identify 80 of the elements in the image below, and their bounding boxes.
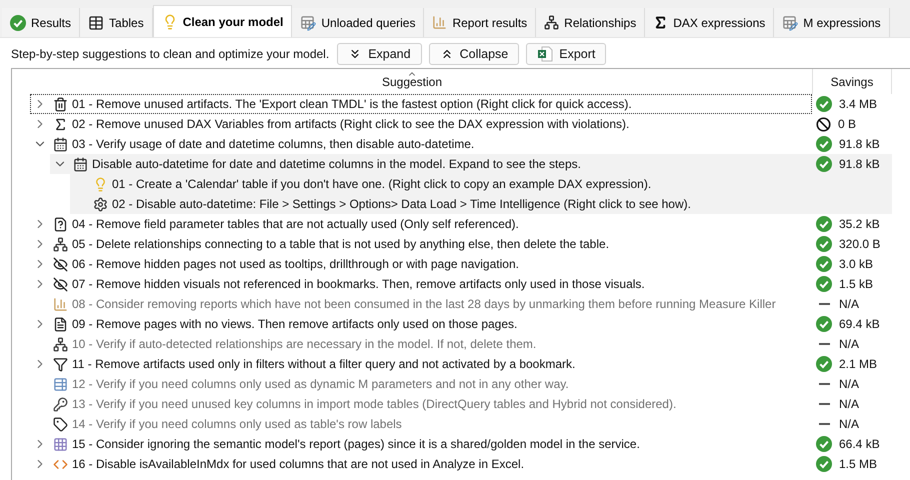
tree-row[interactable]: 01 - Create a 'Calendar' table if you don't have one. (Right click to copy an example DAX expression).: [70, 174, 812, 194]
savings-value: N/A: [839, 376, 860, 393]
tree-row[interactable]: 04 - Remove field parameter tables that are not actually used (Only self referenced).: [30, 214, 812, 234]
savings-value: N/A: [839, 396, 860, 413]
tab[interactable]: Clean your model: [152, 5, 292, 37]
suggestion-text: 02 - Remove unused DAX Variables from artifacts (Right click to see the DAX expression with violations).: [72, 116, 630, 133]
toolbar-button[interactable]: Expand: [337, 43, 422, 65]
filter-icon: [52, 356, 68, 372]
calendar-icon: [72, 156, 88, 172]
savings-value: 320.0 B: [839, 236, 880, 253]
suggestion-text: Disable auto-datetime for date and datetime columns in the model. Expand to see the steps.: [92, 156, 581, 173]
savings-value: 3.4 MB: [839, 96, 878, 113]
savings-value: 1.5 MB: [839, 456, 878, 473]
suggestion-text: 02 - Disable auto-datetime: File > Settings > Options> Data Load > Time Intelligence (Right click to see how).: [112, 196, 691, 213]
tree-row[interactable]: 07 - Remove hidden visuals not referenced in bookmarks. Then, remove artifacts only used in those visuals.: [30, 274, 812, 294]
tree-row[interactable]: 11 - Remove artifacts used only in filters without a filter query and not activated by a bookmark.: [30, 354, 812, 374]
suggestion-text: 07 - Remove hidden visuals not referenced in bookmarks. Then, remove artifacts only used in those visuals.: [72, 276, 645, 293]
suggestion-text: 05 - Delete relationships connecting to a table that is not used by anything else, then delete the table.: [72, 236, 610, 253]
relationship-icon: [52, 236, 68, 252]
grid-icon: [52, 436, 68, 452]
savings-value: 91.8 kB: [839, 156, 880, 173]
toolbar-button[interactable]: Export: [526, 43, 606, 65]
savings-value: 3.0 kB: [839, 256, 874, 273]
table-edit-icon: [782, 14, 798, 30]
column-header[interactable]: Suggestion: [12, 69, 812, 94]
suggestion-text: 06 - Remove hidden pages not used as tooltips, drillthrough or with page navigation.: [72, 256, 519, 273]
savings-value: 66.4 kB: [839, 436, 880, 453]
check-circle-icon: [10, 14, 26, 30]
settings-icon: [92, 196, 108, 212]
tree-row[interactable]: 01 - Remove unused artifacts. The 'Export clean TMDL' is the fastest option (Right click for quick access).: [30, 94, 812, 114]
savings-value: 0 B: [838, 116, 856, 133]
eye-off-icon: [52, 256, 68, 272]
relationship-icon: [52, 336, 68, 352]
tree-row[interactable]: 16 - Disable isAvailableInMdx for used columns that are not used in Analyze in Excel.: [30, 454, 812, 474]
savings-value: N/A: [839, 416, 860, 433]
tree-row[interactable]: 06 - Remove hidden pages not used as tooltips, drillthrough or with page navigation.: [30, 254, 812, 274]
tree-row[interactable]: Disable auto-datetime for date and datetime columns in the model. Expand to see the steps.: [50, 154, 812, 174]
tree-row[interactable]: 05 - Delete relationships connecting to a table that is not used by anything else, then delete the table.: [30, 234, 812, 254]
tree-row[interactable]: 03 - Verify usage of date and datetime columns, then disable auto-datetime.: [30, 134, 812, 154]
table-icon: [88, 14, 104, 30]
suggestion-text: 03 - Verify usage of date and datetime columns, then disable auto-datetime.: [72, 136, 474, 153]
tree-row[interactable]: 02 - Remove unused DAX Variables from artifacts (Right click to see the DAX expression with violations).: [30, 114, 812, 134]
tree-row[interactable]: 15 - Consider ignoring the semantic model's report (pages) since it is a shared/golden model in the service.: [30, 434, 812, 454]
suggestion-text: 09 - Remove pages with no views. Then remove artifacts only used on those pages.: [72, 316, 518, 333]
suggestion-text: 10 - Verify if auto-detected relationships are necessary in the model. If not, delete them.: [72, 336, 536, 353]
savings-value: 91.8 kB: [839, 136, 880, 153]
relationship-icon: [544, 15, 560, 30]
savings-value: N/A: [839, 296, 860, 313]
tag-icon: [52, 416, 68, 432]
savings-value: 35.2 kB: [839, 216, 880, 233]
toolbar-button[interactable]: Collapse: [428, 43, 520, 65]
suggestion-text: 15 - Consider ignoring the semantic model's report (pages) since it is a shared/golden model in the service.: [72, 436, 640, 453]
bar-chart-icon: [52, 296, 68, 312]
savings-value: 2.1 MB: [839, 356, 878, 373]
suggestion-text: 04 - Remove field parameter tables that are not actually used (Only self referenced).: [72, 216, 519, 233]
suggestion-text: 12 - Verify if you need columns only used as dynamic M parameters and not in any other way.: [72, 376, 569, 393]
spreadsheet-icon: [537, 46, 554, 62]
tree-row[interactable]: 02 - Disable auto-datetime: File > Settings > Options> Data Load > Time Intelligence (Right click to see how).: [70, 194, 812, 214]
key-icon: [52, 396, 68, 412]
bar-chart-icon: [432, 15, 448, 30]
eye-off-icon: [52, 276, 68, 292]
suggestion-text: 11 - Remove artifacts used only in filters without a filter query and not activated by a bookmark.: [72, 356, 576, 373]
file-question-icon: [52, 216, 68, 232]
savings-value: N/A: [839, 336, 860, 353]
suggestion-text: 01 - Create a 'Calendar' table if you don't have one. (Right click to copy an example DAX expression).: [112, 176, 652, 193]
suggestion-text: 01 - Remove unused artifacts. The 'Export clean TMDL' is the fastest option (Right click for quick access).: [72, 96, 632, 113]
calendar-icon: [52, 136, 68, 152]
suggestion-text: 16 - Disable isAvailableInMdx for used columns that are not used in Analyze in Excel.: [72, 456, 524, 473]
description-text: Step-by-step suggestions to clean and optimize your model.: [11, 46, 330, 63]
trash-icon: [52, 96, 68, 112]
suggestion-text: 08 - Consider removing reports which have not been consumed in the last 28 days by unmarking them before running Measure Killer: [72, 296, 776, 313]
savings-value: 1.5 kB: [839, 276, 874, 293]
savings-value: 69.4 kB: [839, 316, 880, 333]
document-icon: [52, 316, 68, 332]
table-edit-icon: [300, 14, 316, 30]
suggestion-text: 14 - Verify if you need columns only used as table's row labels: [72, 416, 402, 433]
table-edit-icon: [52, 376, 68, 392]
tree-row[interactable]: 09 - Remove pages with no views. Then remove artifacts only used on those pages.: [30, 314, 812, 334]
suggestion-text: 13 - Verify if you need unused key columns in import mode tables (DirectQuery tables and Hybrid not considered).: [72, 396, 676, 413]
column-header[interactable]: Savings: [812, 69, 892, 94]
